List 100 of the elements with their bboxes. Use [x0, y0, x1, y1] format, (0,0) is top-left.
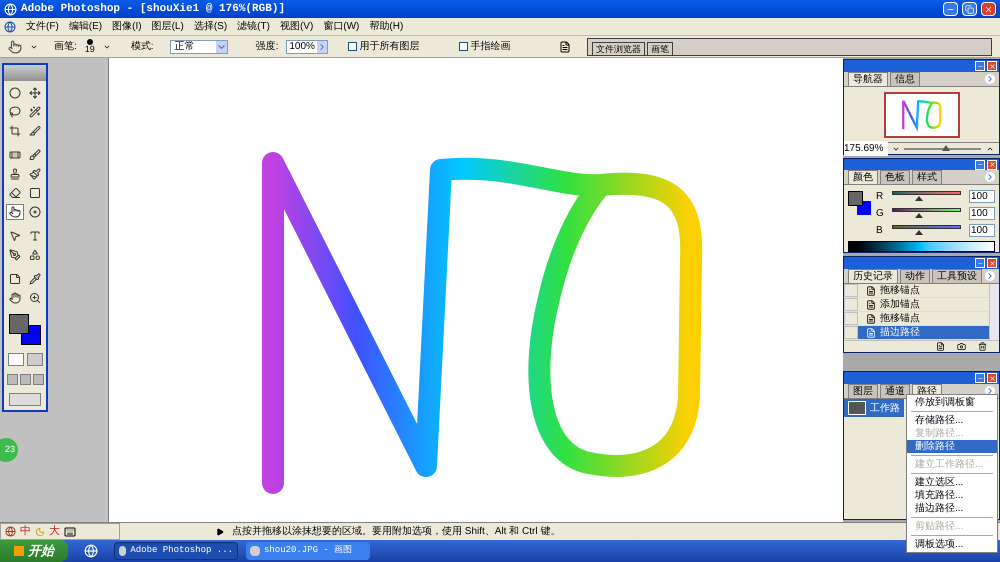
- mode-select[interactable]: 正常: [170, 40, 228, 54]
- camera-icon[interactable]: [957, 342, 966, 351]
- menu-item[interactable]: 删除路径: [907, 440, 997, 453]
- channel-value[interactable]: 100: [969, 190, 995, 204]
- panel-tab[interactable]: 动作: [900, 269, 930, 283]
- start-button[interactable]: 开始: [0, 540, 68, 562]
- trash-icon[interactable]: [978, 342, 987, 351]
- close-button[interactable]: [987, 258, 997, 268]
- strength-field[interactable]: 100%: [286, 40, 328, 54]
- color-spectrum[interactable]: [848, 241, 995, 252]
- checkbox-label: 用于所有图层: [359, 40, 420, 54]
- close-button[interactable]: [987, 373, 997, 383]
- finger-tool-button[interactable]: [6, 204, 24, 220]
- quick-mask-button[interactable]: [26, 353, 42, 366]
- strength-label: 强度:: [256, 40, 278, 54]
- menu-item[interactable]: 建立选区...: [907, 476, 997, 489]
- screen-mode-button[interactable]: [20, 374, 30, 385]
- menu-item[interactable]: 滤镜(T): [237, 19, 270, 34]
- palette-well-tab[interactable]: 画笔: [647, 42, 673, 54]
- standard-mode-button[interactable]: [8, 353, 24, 366]
- minimize-button[interactable]: [943, 2, 958, 16]
- panel-menu-icon[interactable]: [985, 74, 995, 84]
- channel-slider[interactable]: [892, 208, 961, 220]
- zoom-slider-thumb[interactable]: [942, 144, 950, 150]
- close-button[interactable]: [987, 61, 997, 71]
- history-item[interactable]: 拖移锚点: [858, 312, 989, 325]
- channel-slider[interactable]: [892, 191, 961, 202]
- menu-item[interactable]: 描边路径...: [907, 502, 997, 515]
- slider-thumb[interactable]: [914, 196, 923, 202]
- keyboard-icon[interactable]: [64, 526, 76, 538]
- menu-item[interactable]: 调板选项...: [907, 538, 997, 551]
- color-swatches-icon[interactable]: [9, 314, 41, 345]
- close-button[interactable]: [987, 160, 997, 170]
- menu-item[interactable]: 文件(F): [26, 19, 59, 34]
- scrollbar[interactable]: [989, 284, 999, 340]
- color-swatches-icon[interactable]: [848, 191, 872, 216]
- minimize-button[interactable]: [975, 61, 985, 71]
- panel-tab[interactable]: 颜色: [848, 170, 878, 184]
- history-item[interactable]: 拖移锚点: [858, 284, 989, 297]
- palette-icon[interactable]: [559, 40, 571, 52]
- panel-tab[interactable]: 导航器: [848, 72, 888, 86]
- menu-item[interactable]: 停放到调板窗: [907, 396, 997, 409]
- eraser-icon: [9, 187, 21, 199]
- taskbar-item[interactable]: Adobe Photoshop ...: [114, 542, 238, 560]
- paintbrush-icon: [29, 168, 41, 180]
- jump-button[interactable]: [9, 393, 41, 406]
- ime-width[interactable]: 大: [49, 523, 60, 540]
- palette-well-tab[interactable]: 文件浏览器: [592, 42, 645, 54]
- ime-mode[interactable]: 中: [20, 523, 31, 540]
- slider-thumb[interactable]: [914, 230, 923, 236]
- close-icon: [988, 62, 996, 70]
- play-icon: [216, 528, 224, 536]
- new-document-icon[interactable]: [936, 342, 945, 351]
- panel-tab[interactable]: 样式: [912, 170, 942, 184]
- menu-item[interactable]: 帮助(H): [369, 19, 404, 34]
- history-item[interactable]: 添加锚点: [858, 298, 989, 311]
- zoom-icon: [29, 292, 41, 304]
- channel-value[interactable]: 100: [969, 224, 995, 238]
- menu-item[interactable]: 图层(L): [152, 19, 184, 34]
- panel-tab[interactable]: 工具预设: [932, 269, 982, 283]
- finger-icon[interactable]: [8, 40, 22, 54]
- screen-mode-button[interactable]: [6, 374, 18, 385]
- panel-tab[interactable]: 图层: [848, 384, 878, 398]
- menu-item[interactable]: 编辑(E): [68, 19, 102, 34]
- mode-label: 模式:: [130, 40, 154, 54]
- path-row[interactable]: 工作路: [844, 399, 904, 417]
- close-button[interactable]: [981, 2, 996, 16]
- channel-value[interactable]: 100: [969, 207, 995, 220]
- menu-item[interactable]: 视图(V): [280, 19, 314, 34]
- bandage-icon: [9, 149, 21, 161]
- slider-thumb[interactable]: [914, 213, 923, 218]
- panel-tab[interactable]: 历史记录: [848, 269, 898, 283]
- checkbox[interactable]: [459, 42, 468, 51]
- minimize-button[interactable]: [975, 258, 985, 268]
- knife-icon: [29, 125, 41, 137]
- panel-menu-icon[interactable]: [985, 271, 995, 281]
- menu-item[interactable]: 填充路径...: [907, 489, 997, 502]
- channel-slider[interactable]: [892, 225, 961, 236]
- restore-button[interactable]: [962, 2, 977, 16]
- pen-icon: [9, 249, 21, 261]
- panel-tab[interactable]: 通道: [880, 384, 910, 398]
- toolbox-header: [4, 65, 46, 81]
- taskbar-item[interactable]: shou20.JPG - 画图: [246, 542, 370, 560]
- menu-item[interactable]: 存储路径...: [907, 414, 997, 427]
- menu-item[interactable]: 图像(I): [112, 19, 142, 34]
- menu-item[interactable]: 窗口(W): [323, 19, 360, 34]
- menu-item[interactable]: 选择(S): [194, 19, 228, 34]
- panel-menu-icon[interactable]: [985, 172, 995, 182]
- panel-tab[interactable]: 色板: [880, 170, 910, 184]
- ime-icon[interactable]: [5, 526, 16, 537]
- brush-label: 画笔:: [54, 40, 77, 54]
- minimize-button[interactable]: [975, 160, 985, 170]
- panel-tab[interactable]: 信息: [890, 72, 920, 86]
- path-thumbnail: [848, 401, 866, 415]
- screen-mode-button[interactable]: [32, 374, 44, 385]
- browser-icon[interactable]: [84, 544, 98, 558]
- history-item[interactable]: 描边路径: [858, 326, 989, 339]
- checkbox[interactable]: [348, 42, 358, 51]
- stamp-icon: [9, 168, 21, 180]
- minimize-button[interactable]: [975, 373, 985, 383]
